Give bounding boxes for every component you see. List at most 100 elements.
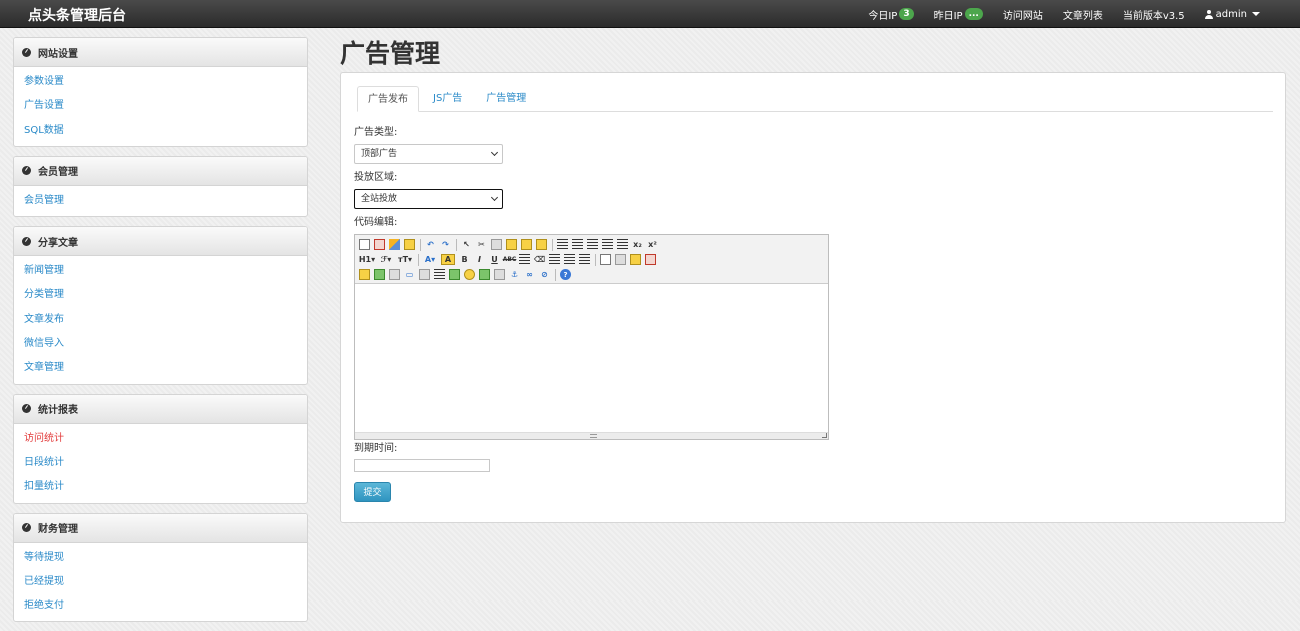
help-icon[interactable]: ? xyxy=(560,269,571,280)
fullscreen-icon[interactable] xyxy=(645,254,656,265)
paste-word-icon[interactable] xyxy=(404,239,415,250)
version-link[interactable]: 当前版本v3.5 xyxy=(1123,7,1185,22)
expire-date-input[interactable] xyxy=(354,459,490,472)
sidebar-section-body: 会员管理 xyxy=(14,186,307,216)
sidebar-item[interactable]: 日段统计 xyxy=(14,451,307,475)
italic-icon[interactable]: I xyxy=(474,254,485,265)
sidebar-item[interactable]: 新闻管理 xyxy=(14,259,307,283)
resize-handle-icon xyxy=(590,434,597,438)
toolbar-separator xyxy=(595,253,596,266)
today-ip-link[interactable]: 今日IP 3 xyxy=(868,7,914,22)
yesterday-ip-link[interactable]: 昨日IP ... xyxy=(934,7,983,22)
article-list-link[interactable]: 文章列表 xyxy=(1063,7,1103,22)
font-family-icon[interactable]: ℱ▾ xyxy=(379,254,393,265)
preview-icon[interactable] xyxy=(374,239,385,250)
font-color-icon[interactable]: A▾ xyxy=(423,254,437,265)
cut-icon[interactable]: ✂ xyxy=(476,239,487,250)
heading-icon[interactable]: H1▾ xyxy=(359,254,375,265)
sidebar-item[interactable]: 访问统计 xyxy=(14,427,307,451)
paste-special-icon[interactable] xyxy=(536,239,547,250)
map-icon[interactable] xyxy=(479,269,490,280)
highlight-icon[interactable]: A xyxy=(441,254,455,265)
indent-icon[interactable] xyxy=(602,239,613,250)
sidebar-item[interactable]: 文章管理 xyxy=(14,356,307,380)
print-icon[interactable] xyxy=(615,254,626,265)
sidebar-item[interactable]: 分类管理 xyxy=(14,283,307,307)
attachment-icon[interactable] xyxy=(419,269,430,280)
sidebar-section-title: 财务管理 xyxy=(38,524,78,536)
emoticon-icon[interactable] xyxy=(464,269,475,280)
justify-icon[interactable] xyxy=(557,239,568,250)
underline-icon[interactable]: U xyxy=(489,254,500,265)
link-icon[interactable]: ∞ xyxy=(524,269,535,280)
sidebar-section: 统计报表 访问统计 日段统计 扣量统计 xyxy=(13,393,308,504)
hr-icon[interactable] xyxy=(449,269,460,280)
ordered-list-icon[interactable] xyxy=(572,239,583,250)
editor-content-area[interactable] xyxy=(355,284,828,432)
redo-icon[interactable]: ↷ xyxy=(440,239,451,250)
toolbar-row-3: ▭ ⚓ ∞ ⊘ ? xyxy=(359,267,824,282)
sidebar-section: 财务管理等待提现 已经提现 拒绝支付 xyxy=(13,512,308,623)
copy-icon[interactable] xyxy=(491,239,502,250)
visit-site-link[interactable]: 访问网站 xyxy=(1003,7,1043,22)
image-icon[interactable] xyxy=(359,269,370,280)
unlink-icon[interactable]: ⊘ xyxy=(539,269,550,280)
sidebar-item[interactable]: 会员管理 xyxy=(14,189,307,213)
eraser-icon[interactable]: ⌫ xyxy=(534,254,545,265)
undo-icon[interactable]: ↶ xyxy=(425,239,436,250)
sidebar-item[interactable]: 等待提现 xyxy=(14,546,307,570)
align-left-icon[interactable] xyxy=(549,254,560,265)
sidebar-item[interactable]: 文章发布 xyxy=(14,308,307,332)
superscript-icon[interactable]: x² xyxy=(647,239,658,250)
sidebar-section: 分享文章 新闻管理 分类管理 文章发布 微信导入 文章管理 xyxy=(13,226,308,385)
source-icon[interactable] xyxy=(359,239,370,250)
video-icon[interactable]: ▭ xyxy=(404,269,415,280)
paste-text-icon[interactable] xyxy=(521,239,532,250)
media-icon[interactable] xyxy=(389,269,400,280)
editor-resize-bar[interactable] xyxy=(355,432,828,439)
sidebar-item[interactable]: 拒绝支付 xyxy=(14,594,307,618)
sidebar-item[interactable]: 微信导入 xyxy=(14,332,307,356)
sidebar-item[interactable]: 已经提现 xyxy=(14,570,307,594)
unordered-list-icon[interactable] xyxy=(587,239,598,250)
sidebar-item[interactable]: 参数设置 xyxy=(14,70,307,94)
find-icon[interactable] xyxy=(600,254,611,265)
region-select[interactable]: 全站投放 xyxy=(354,189,503,209)
subscript-icon[interactable]: x₂ xyxy=(632,239,643,250)
dashboard-icon xyxy=(22,523,31,533)
ad-type-select[interactable]: 顶部广告 xyxy=(354,144,503,164)
clean-icon[interactable] xyxy=(389,239,400,250)
anchor-icon[interactable]: ⚓ xyxy=(509,269,520,280)
dashboard-icon xyxy=(22,166,31,176)
font-size-icon[interactable]: тT▾ xyxy=(397,254,413,265)
outdent-icon[interactable] xyxy=(617,239,628,250)
tab-item[interactable]: 广告管理 xyxy=(476,86,536,112)
user-menu[interactable]: admin xyxy=(1204,9,1260,20)
template-icon[interactable] xyxy=(630,254,641,265)
app-brand[interactable]: 点头条管理后台 xyxy=(28,5,126,25)
paste-icon[interactable] xyxy=(506,239,517,250)
strikethrough-icon[interactable]: ABC xyxy=(503,254,517,265)
code-editor: ↶ ↷ ↖ ✂ x₂ x² H1▾ ℱ▾ тT▾ A▾ A B I U ABC … xyxy=(354,234,829,440)
caret-down-icon xyxy=(1252,12,1260,16)
sidebar-item[interactable]: 广告设置 xyxy=(14,94,307,118)
dashboard-icon xyxy=(22,404,31,414)
align-right-icon[interactable] xyxy=(579,254,590,265)
sidebar-item[interactable]: 扣量统计 xyxy=(14,475,307,499)
user-icon xyxy=(1204,9,1213,19)
select-icon[interactable]: ↖ xyxy=(461,239,472,250)
region-label: 投放区域: xyxy=(354,172,398,183)
align-center-icon[interactable] xyxy=(564,254,575,265)
pagebreak-icon[interactable] xyxy=(494,269,505,280)
table-icon[interactable] xyxy=(519,254,530,265)
bold-icon[interactable]: B xyxy=(459,254,470,265)
resize-grip-icon[interactable] xyxy=(822,433,827,438)
sidebar-item[interactable]: SQL数据 xyxy=(14,119,307,143)
insert-table-icon[interactable] xyxy=(434,269,445,280)
tab-item[interactable]: JS广告 xyxy=(423,86,472,112)
tab-item[interactable]: 广告发布 xyxy=(357,86,419,112)
code-label: 代码编辑: xyxy=(354,217,398,228)
flash-icon[interactable] xyxy=(374,269,385,280)
ad-type-value: 顶部广告 xyxy=(361,149,398,159)
submit-button[interactable]: 提交 xyxy=(354,482,391,502)
